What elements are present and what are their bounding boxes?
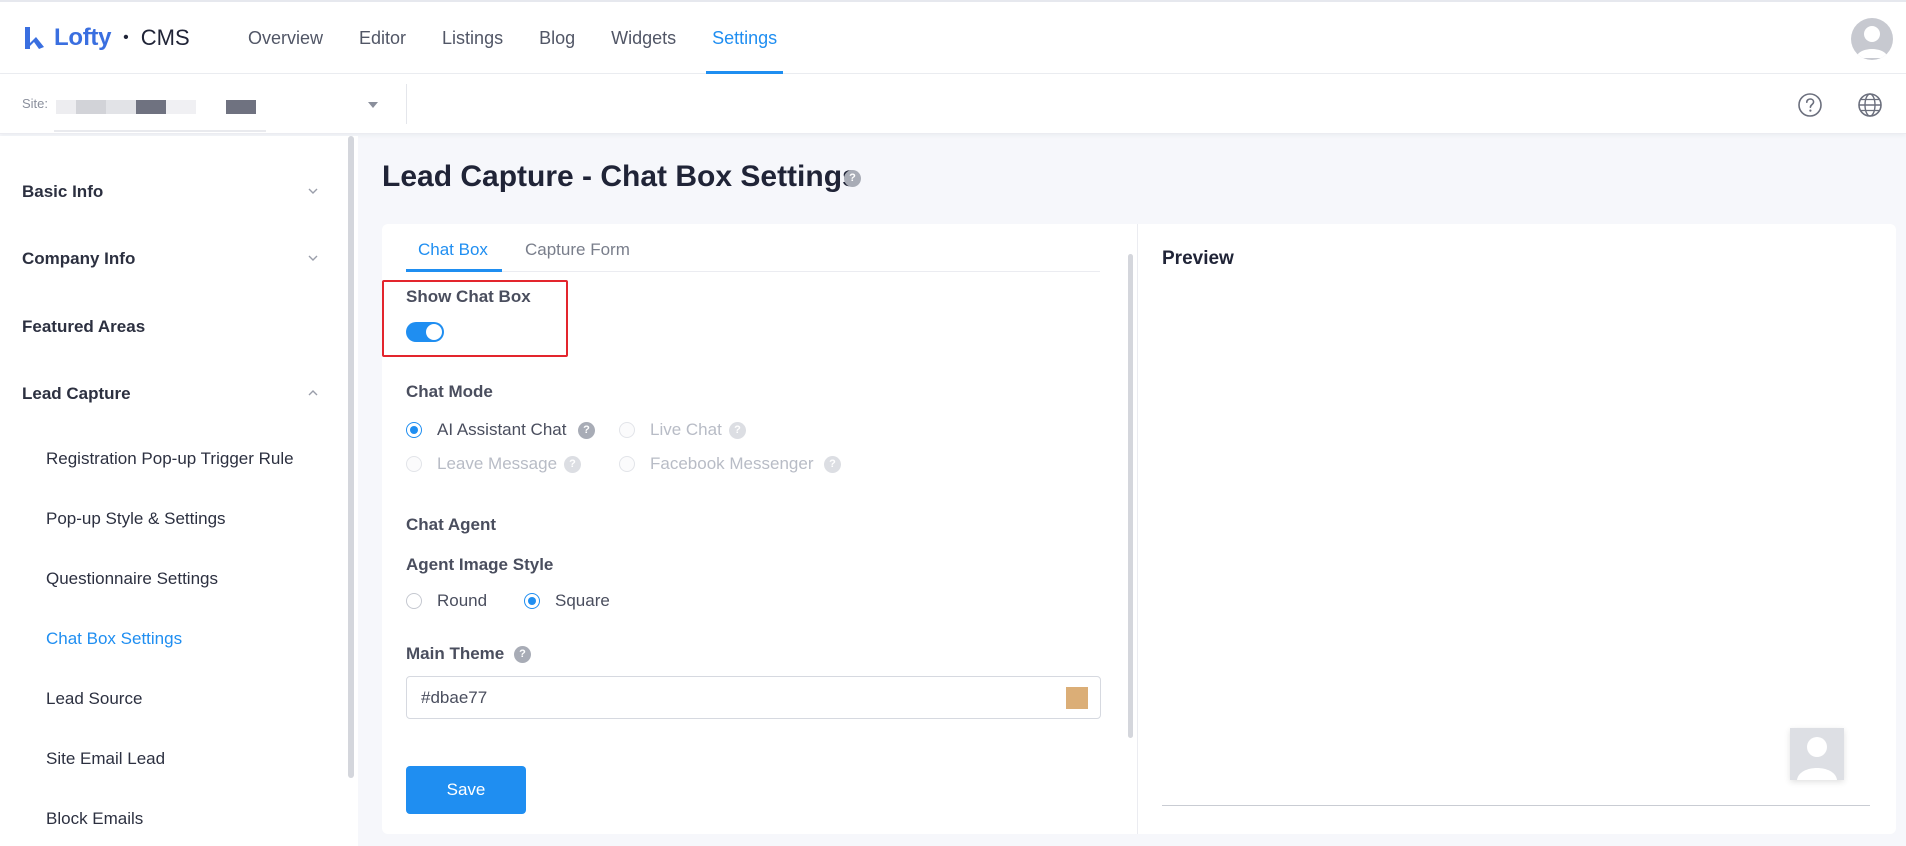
nav-settings[interactable]: Settings — [706, 2, 784, 74]
show-chat-box-toggle[interactable] — [406, 322, 444, 342]
lofty-logo-icon — [25, 27, 44, 49]
nav-widgets[interactable]: Widgets — [605, 2, 682, 74]
site-select-value[interactable] — [56, 100, 256, 114]
user-avatar-icon — [1856, 26, 1888, 58]
site-select-underline — [54, 130, 266, 132]
leave-message-label[interactable]: Leave Message — [437, 454, 557, 474]
sidebar-item-lead-source[interactable]: Lead Source — [46, 689, 142, 709]
sidebar-group-basic-info[interactable]: Basic Info — [22, 182, 103, 202]
agent-avatar-icon — [1797, 737, 1837, 780]
nav-listings[interactable]: Listings — [436, 2, 509, 74]
ai-assistant-chat-label[interactable]: AI Assistant Chat — [437, 420, 566, 440]
radio-ai-assistant-chat[interactable] — [406, 422, 422, 438]
toggle-knob — [426, 324, 442, 340]
brand-name: Lofty — [54, 24, 112, 51]
sidebar-item-questionnaire-settings[interactable]: Questionnaire Settings — [46, 569, 218, 589]
user-avatar[interactable] — [1851, 18, 1893, 60]
sidebar-item-popup-style-settings[interactable]: Pop-up Style & Settings — [46, 509, 226, 529]
chevron-down-icon[interactable] — [308, 186, 318, 196]
site-label: Site: — [22, 96, 49, 111]
tab-capture-form[interactable]: Capture Form — [525, 240, 630, 260]
square-label[interactable]: Square — [555, 591, 610, 611]
active-tab-indicator — [406, 269, 502, 272]
tab-chat-box[interactable]: Chat Box — [418, 240, 488, 260]
radio-facebook-messenger[interactable] — [619, 456, 635, 472]
page-title: Lead Capture - Chat Box Settings — [382, 160, 859, 193]
main-nav: Overview Editor Listings Blog Widgets Se… — [230, 2, 795, 74]
agent-image-style-label: Agent Image Style — [406, 555, 554, 574]
preview-title: Preview — [1162, 248, 1234, 269]
form-scrollbar[interactable] — [1128, 254, 1133, 738]
brand-separator: • — [123, 29, 129, 46]
chat-agent-avatar-preview[interactable] — [1790, 728, 1844, 780]
settings-tabs: Chat Box Capture Form — [406, 224, 1100, 272]
site-bar: Site: — [0, 74, 1906, 134]
radio-round[interactable] — [406, 593, 422, 609]
sidebar-item-site-email-lead[interactable]: Site Email Lead — [46, 749, 165, 769]
top-navbar: Lofty • CMS Overview Editor Listings Blo… — [0, 0, 1906, 74]
app-logo[interactable]: Lofty • CMS — [22, 24, 190, 52]
sidebar-scrollbar[interactable] — [348, 136, 354, 778]
ai-assistant-help-icon[interactable]: ? — [578, 422, 595, 439]
page-title-help-icon[interactable]: ? — [844, 170, 861, 187]
site-bar-divider — [406, 84, 407, 124]
sidebar-group-featured-areas[interactable]: Featured Areas — [22, 317, 145, 337]
leave-message-help-icon[interactable]: ? — [564, 456, 581, 473]
radio-leave-message[interactable] — [406, 456, 422, 472]
preview-area — [1162, 290, 1870, 806]
chevron-up-icon[interactable] — [308, 388, 318, 398]
main-theme-label: Main Theme — [406, 644, 505, 663]
site-dropdown-caret-icon[interactable] — [368, 102, 378, 108]
sidebar-item-chat-box-settings[interactable]: Chat Box Settings — [46, 629, 182, 649]
chat-agent-label: Chat Agent — [406, 515, 497, 534]
nav-blog[interactable]: Blog — [533, 2, 581, 74]
live-chat-label[interactable]: Live Chat — [650, 420, 722, 440]
sidebar-item-block-emails[interactable]: Block Emails — [46, 809, 143, 829]
card-divider — [1137, 224, 1138, 834]
live-chat-help-icon[interactable]: ? — [729, 422, 746, 439]
main-theme-value: #dbae77 — [421, 688, 488, 707]
radio-live-chat[interactable] — [619, 422, 635, 438]
help-icon[interactable] — [1797, 92, 1823, 118]
globe-icon[interactable] — [1857, 92, 1883, 118]
facebook-messenger-help-icon[interactable]: ? — [824, 456, 841, 473]
main-theme-help-icon[interactable]: ? — [514, 646, 531, 663]
chevron-down-icon[interactable] — [308, 253, 318, 263]
facebook-messenger-label[interactable]: Facebook Messenger — [650, 454, 813, 474]
product-name: CMS — [140, 25, 190, 50]
sidebar-group-company-info[interactable]: Company Info — [22, 249, 135, 269]
chat-mode-label: Chat Mode — [406, 382, 493, 401]
settings-sidebar — [0, 136, 358, 846]
sidebar-item-registration-popup-trigger-rule[interactable]: Registration Pop-up Trigger Rule — [46, 449, 294, 469]
nav-overview[interactable]: Overview — [242, 2, 329, 74]
color-swatch[interactable] — [1066, 687, 1088, 709]
show-chat-box-label: Show Chat Box — [406, 287, 531, 306]
nav-editor[interactable]: Editor — [353, 2, 412, 74]
save-button[interactable]: Save — [406, 766, 526, 814]
sidebar-group-lead-capture[interactable]: Lead Capture — [22, 384, 131, 404]
round-label[interactable]: Round — [437, 591, 487, 611]
main-theme-color-input[interactable]: #dbae77 — [406, 676, 1101, 719]
radio-square[interactable] — [524, 593, 540, 609]
